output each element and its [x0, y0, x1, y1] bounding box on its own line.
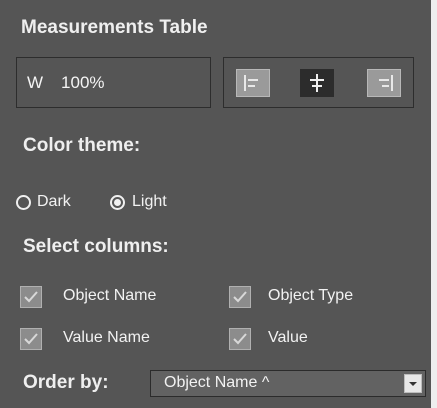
column-label-object-name[interactable]: Object Name: [63, 287, 156, 305]
checkbox-value-name[interactable]: [20, 328, 42, 350]
measurements-table-panel: Measurements Table W 100% Color theme: D…: [0, 0, 431, 408]
align-center-button[interactable]: [300, 69, 334, 97]
checkmark-icon: [233, 291, 247, 303]
align-right-button[interactable]: [367, 69, 401, 97]
right-edge-strip: [431, 0, 437, 408]
order-by-value: Object Name ^: [164, 374, 270, 391]
width-prefix-label: W: [27, 72, 44, 92]
order-by-select[interactable]: Object Name ^: [150, 370, 426, 397]
align-left-icon: [244, 75, 258, 91]
radio-light-label[interactable]: Light: [132, 193, 167, 211]
order-by-label: Order by:: [23, 372, 109, 393]
radio-dark[interactable]: [16, 195, 31, 210]
column-label-object-type[interactable]: Object Type: [268, 287, 353, 305]
checkmark-icon: [233, 333, 247, 345]
select-columns-heading: Select columns:: [23, 236, 169, 257]
dropdown-arrow-button[interactable]: [404, 374, 422, 393]
width-field[interactable]: W 100%: [16, 57, 211, 108]
checkbox-value[interactable]: [229, 328, 251, 350]
align-right-icon: [379, 75, 393, 91]
radio-dark-label[interactable]: Dark: [37, 193, 71, 211]
checkbox-object-type[interactable]: [229, 286, 251, 308]
align-center-icon: [310, 74, 324, 92]
checkmark-icon: [24, 333, 38, 345]
alignment-group: [223, 57, 414, 108]
checkmark-icon: [24, 291, 38, 303]
width-value: 100%: [61, 72, 105, 92]
checkbox-object-name[interactable]: [20, 286, 42, 308]
color-theme-heading: Color theme:: [23, 135, 141, 156]
align-left-button[interactable]: [236, 69, 270, 97]
column-label-value-name[interactable]: Value Name: [63, 329, 150, 347]
radio-light[interactable]: [110, 195, 125, 210]
panel-title: Measurements Table: [21, 17, 208, 38]
column-label-value[interactable]: Value: [268, 329, 308, 347]
chevron-down-icon: [409, 381, 417, 386]
